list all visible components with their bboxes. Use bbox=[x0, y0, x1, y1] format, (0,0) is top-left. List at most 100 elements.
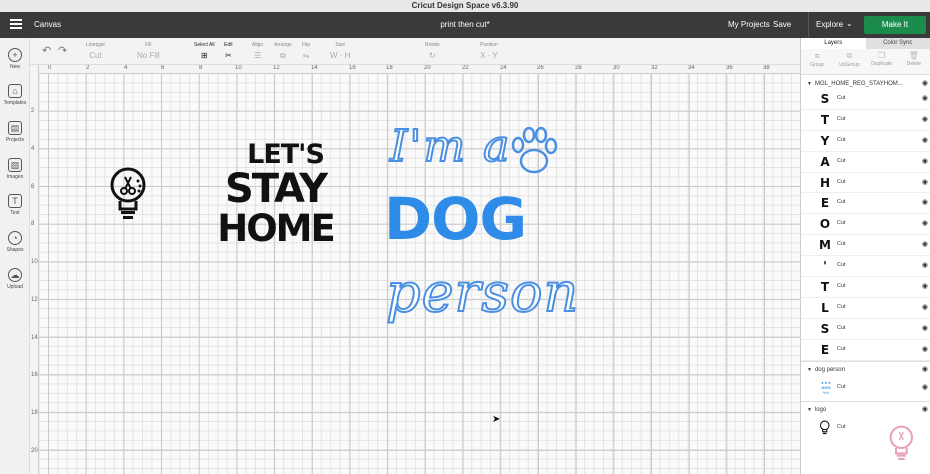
explore-dropdown[interactable]: Explore ⌄ bbox=[808, 12, 862, 38]
layer-row[interactable]: E Cut ◉ bbox=[801, 340, 930, 361]
position-fields[interactable]: Position X · Y bbox=[480, 42, 498, 60]
sidebar-item-new[interactable]: + New bbox=[0, 48, 30, 70]
rotate-icon: ↻ bbox=[429, 51, 436, 60]
explore-label: Explore bbox=[816, 20, 844, 29]
eye-icon[interactable]: ◉ bbox=[922, 219, 928, 227]
layer-row[interactable]: H Cut ◉ bbox=[801, 173, 930, 194]
app-header: Canvas print then cut* My Projects Save … bbox=[0, 12, 930, 38]
app-name: Canvas bbox=[34, 20, 62, 29]
sidebar-item-label: Text bbox=[10, 210, 20, 216]
layer-row[interactable]: L Cut ◉ bbox=[801, 298, 930, 319]
layer-row[interactable]: E Cut ◉ bbox=[801, 193, 930, 215]
eye-icon[interactable]: ◉ bbox=[922, 136, 928, 144]
sidebar-item-text[interactable]: T Text bbox=[0, 194, 30, 216]
edit-button[interactable]: Edit ✂ bbox=[224, 42, 233, 60]
eye-icon[interactable]: ◉ bbox=[922, 383, 928, 391]
eye-icon[interactable]: ◉ bbox=[922, 94, 928, 102]
dog-person-design[interactable]: I'm a DOG person bbox=[384, 120, 579, 391]
tab-color-sync[interactable]: Color Sync bbox=[866, 38, 930, 49]
my-projects-link[interactable]: My Projects bbox=[728, 20, 770, 29]
eye-icon[interactable]: ◉ bbox=[922, 405, 928, 415]
lightbulb-thumbnail-icon bbox=[819, 420, 830, 434]
eye-icon[interactable]: ◉ bbox=[922, 115, 928, 123]
layer-group-dog-person[interactable]: ▼ dog person ◉ bbox=[801, 365, 930, 375]
layer-row[interactable]: ' Cut ◉ bbox=[801, 256, 930, 278]
fill-select[interactable]: Fill No Fill bbox=[137, 42, 160, 60]
layer-group-logo[interactable]: ▼ logo ◉ bbox=[801, 405, 930, 415]
layer-row[interactable]: T Cut ◉ bbox=[801, 277, 930, 298]
mouse-cursor-icon: ➤ bbox=[492, 414, 501, 425]
layer-row[interactable]: M Cut ◉ bbox=[801, 235, 930, 257]
align-icon: ☰ bbox=[253, 51, 262, 60]
layer-row[interactable]: ● ● ● DOG ∿∿ Cut ◉ bbox=[801, 375, 930, 401]
eye-icon[interactable]: ◉ bbox=[922, 79, 928, 89]
design-canvas[interactable]: 0 2 4 6 8 10 12 14 16 18 20 22 24 26 28 … bbox=[30, 65, 800, 474]
sidebar-item-upload[interactable]: ☁ Upload bbox=[0, 268, 30, 290]
lightbulb-logo-icon[interactable] bbox=[108, 165, 150, 225]
tab-layers[interactable]: Layers bbox=[801, 38, 866, 49]
select-all-icon: ⊞ bbox=[200, 51, 208, 60]
rotate-field[interactable]: Rotate ↻ bbox=[425, 42, 440, 60]
layer-group-stayhome[interactable]: ▼ MGL_HOME_REG_STAYHOM... ◉ bbox=[801, 79, 930, 89]
image-icon: ▨ bbox=[8, 158, 22, 172]
arrange-icon: ⧉ bbox=[280, 51, 286, 60]
ungroup-icon: ⧉ bbox=[846, 51, 853, 60]
sidebar-item-label: New bbox=[9, 64, 20, 70]
chevron-down-icon: ⌄ bbox=[846, 19, 853, 28]
lets-stay-home-design[interactable]: LET'S STAY HOME bbox=[208, 141, 343, 247]
arrange-button[interactable]: Arrange ⧉ bbox=[274, 42, 292, 61]
layer-row[interactable]: A Cut ◉ bbox=[801, 152, 930, 173]
flip-icon: ⇋ bbox=[302, 51, 310, 60]
upload-icon: ☁ bbox=[8, 268, 22, 282]
dog-person-thumbnail: ● ● ● DOG ∿∿ bbox=[821, 379, 831, 395]
ungroup-button[interactable]: ⧉ UnGroup bbox=[833, 49, 865, 74]
left-sidebar: + New ⌂ Templates ▤ Projects ▨ Images T … bbox=[0, 38, 30, 474]
linetype-select[interactable]: Linetype Cut bbox=[86, 42, 105, 60]
eye-icon[interactable]: ◉ bbox=[922, 345, 928, 353]
trash-icon: 🗑 bbox=[908, 51, 919, 60]
eye-icon[interactable]: ◉ bbox=[922, 157, 928, 165]
shapes-icon: ◔ bbox=[8, 231, 22, 245]
edit-toolbar: ↶ ↷ Linetype Cut Fill No Fill Select All… bbox=[30, 38, 800, 65]
align-button[interactable]: Align ☰ bbox=[252, 42, 263, 60]
watermark-logo-icon bbox=[889, 425, 913, 460]
make-it-button[interactable]: Make It bbox=[864, 16, 926, 34]
eye-icon[interactable]: ◉ bbox=[922, 261, 928, 269]
save-button[interactable]: Save bbox=[773, 20, 791, 29]
layer-row[interactable]: S Cut ◉ bbox=[801, 319, 930, 340]
sidebar-item-label: Shapes bbox=[6, 247, 24, 253]
redo-icon[interactable]: ↷ bbox=[58, 44, 67, 57]
hamburger-menu-icon[interactable] bbox=[10, 19, 22, 31]
duplicate-button[interactable]: ❐ Duplicate bbox=[866, 49, 898, 74]
eye-icon[interactable]: ◉ bbox=[922, 198, 928, 206]
shirt-icon: ⌂ bbox=[8, 84, 22, 98]
delete-button[interactable]: 🗑 Delete bbox=[898, 49, 930, 74]
eye-icon[interactable]: ◉ bbox=[922, 178, 928, 186]
eye-icon[interactable]: ◉ bbox=[922, 324, 928, 332]
flip-button[interactable]: Flip ⇋ bbox=[302, 42, 310, 60]
sidebar-item-templates[interactable]: ⌂ Templates bbox=[0, 84, 30, 106]
layer-row[interactable]: S Cut ◉ bbox=[801, 89, 930, 110]
document-title: print then cut* bbox=[440, 20, 490, 29]
select-all-button[interactable]: Select All ⊞ bbox=[194, 42, 215, 60]
duplicate-icon: ❐ bbox=[878, 51, 886, 60]
collapse-arrow-icon[interactable]: ▼ bbox=[807, 81, 812, 87]
eye-icon[interactable]: ◉ bbox=[922, 303, 928, 311]
sidebar-item-images[interactable]: ▨ Images bbox=[0, 158, 30, 180]
scissors-icon: ✂ bbox=[224, 51, 232, 60]
text-icon: T bbox=[8, 194, 22, 208]
collapse-arrow-icon[interactable]: ▼ bbox=[807, 407, 812, 413]
eye-icon[interactable]: ◉ bbox=[922, 365, 928, 375]
size-fields[interactable]: Size W · H bbox=[330, 42, 350, 60]
sidebar-item-label: Upload bbox=[7, 284, 23, 290]
eye-icon[interactable]: ◉ bbox=[922, 240, 928, 248]
sidebar-item-shapes[interactable]: ◔ Shapes bbox=[0, 231, 30, 253]
group-button[interactable]: ⧈ Group bbox=[801, 49, 833, 74]
sidebar-item-projects[interactable]: ▤ Projects bbox=[0, 121, 30, 143]
layer-row[interactable]: Y Cut ◉ bbox=[801, 131, 930, 152]
layer-row[interactable]: T Cut ◉ bbox=[801, 110, 930, 131]
undo-icon[interactable]: ↶ bbox=[42, 44, 51, 57]
eye-icon[interactable]: ◉ bbox=[922, 282, 928, 290]
layer-row[interactable]: O Cut ◉ bbox=[801, 214, 930, 236]
collapse-arrow-icon[interactable]: ▼ bbox=[807, 367, 812, 373]
